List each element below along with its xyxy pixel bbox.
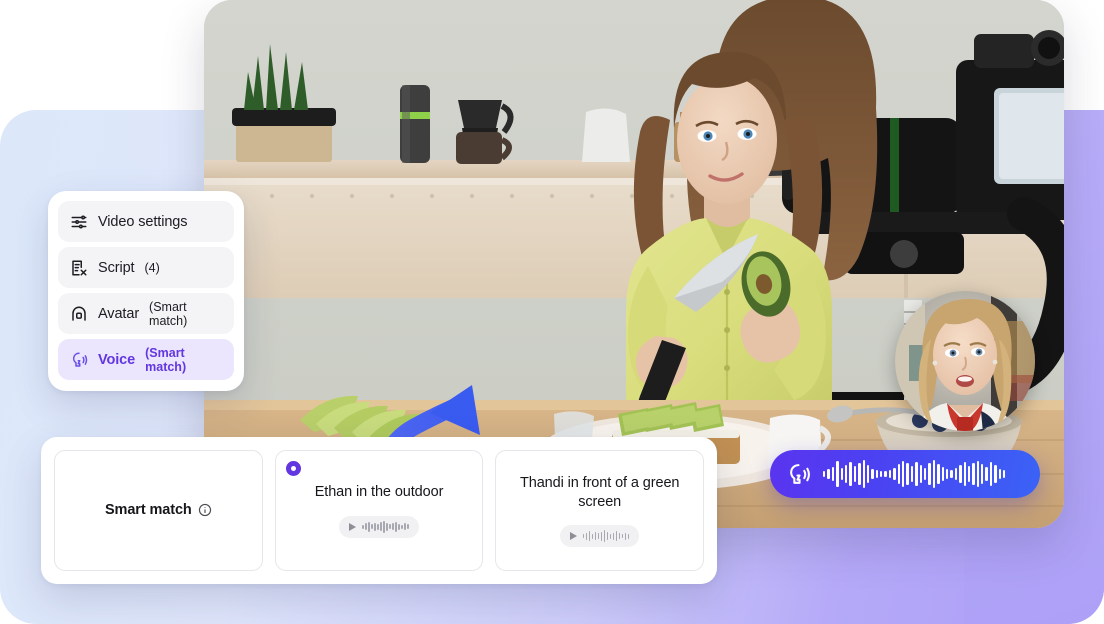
sliders-icon — [71, 215, 87, 228]
menu-item-sublabel: (4) — [144, 260, 160, 275]
mini-waveform — [582, 530, 630, 543]
voice-option-smart-match[interactable]: Smart match — [54, 450, 263, 571]
voice-option-title: Ethan in the outdoor — [314, 484, 444, 501]
voice-option-title: Smart match — [104, 502, 192, 519]
menu-item-label: Avatar — [98, 305, 140, 322]
voice-option-thandi[interactable]: Thandi in front of a green screen — [495, 450, 705, 571]
play-icon — [349, 522, 357, 531]
presenter-avatar-bubble[interactable] — [895, 291, 1035, 431]
script-icon — [72, 260, 87, 275]
menu-item-avatar[interactable]: Avatar (Smart match) — [58, 293, 234, 334]
video-config-menu: Video settings Script (4) Avatar (Smart … — [48, 191, 244, 391]
audio-preview-player[interactable] — [559, 525, 640, 548]
menu-item-script[interactable]: Script (4) — [58, 247, 234, 288]
menu-item-label: Video settings — [98, 213, 188, 230]
info-icon[interactable] — [198, 503, 212, 517]
avatar — [895, 291, 1035, 431]
audio-preview-player[interactable] — [339, 515, 419, 538]
menu-item-voice[interactable]: Voice (Smart match) — [58, 339, 234, 380]
voice-option-ethan[interactable]: Ethan in the outdoor — [274, 450, 484, 571]
menu-item-label: Script — [98, 259, 135, 276]
menu-item-sublabel: (Smart match) — [149, 299, 188, 328]
avatar-icon — [72, 306, 86, 321]
voice-option-title-wrap: Smart match — [105, 501, 212, 520]
voice-option-title: Thandi in front of a green screen — [519, 474, 680, 510]
voice-icon — [72, 351, 88, 367]
menu-item-sublabel: (Smart match) — [145, 345, 187, 374]
radio-selected-indicator[interactable] — [285, 461, 301, 476]
voice-waveform — [823, 459, 1024, 489]
screenshot-root: Video settings Script (4) Avatar (Smart … — [0, 0, 1104, 624]
menu-item-label: Voice — [98, 351, 136, 368]
voice-waveform-pill[interactable] — [770, 450, 1040, 498]
voice-options-card: Smart match Ethan in the outdoor Thandi … — [41, 437, 717, 584]
mini-waveform — [362, 520, 409, 533]
play-icon — [569, 532, 577, 541]
menu-item-video-settings[interactable]: Video settings — [58, 201, 234, 242]
voice-speaking-icon — [790, 463, 810, 484]
